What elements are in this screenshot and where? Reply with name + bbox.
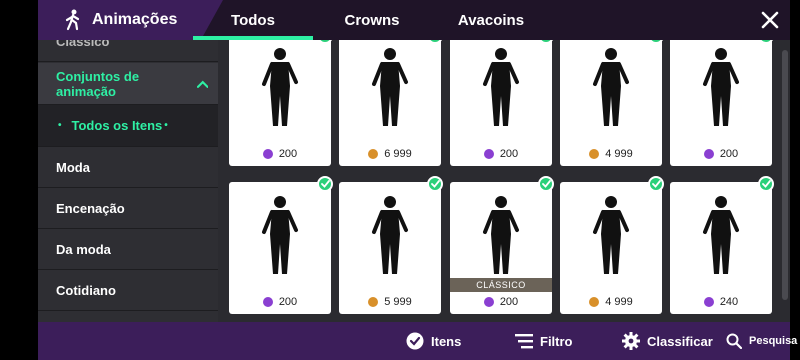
chevron-up-icon [196, 80, 208, 88]
price-row: 200 [229, 296, 331, 308]
animation-card[interactable]: 200 [450, 40, 554, 166]
owned-check-icon [648, 40, 664, 44]
grid-scrollbar[interactable] [782, 50, 788, 300]
tab-crowns[interactable]: Crowns [313, 0, 431, 40]
animation-card[interactable]: 200 [229, 40, 333, 166]
price-value: 6 999 [384, 148, 412, 160]
avacoin-icon [368, 297, 379, 307]
search-label: Pesquisa [749, 335, 798, 347]
owned-check-icon [538, 176, 554, 192]
owned-check-icon [427, 40, 443, 44]
tab-todos[interactable]: Todos [193, 0, 313, 40]
owned-check-icon [758, 176, 774, 192]
price-row: 4 999 [560, 296, 662, 308]
animation-card[interactable]: CLÁSSICO 200 [450, 176, 554, 314]
sidebar-item-classico[interactable]: Clássico [38, 40, 218, 62]
avatar-silhouette-icon [262, 48, 298, 126]
price-value: 200 [499, 148, 519, 160]
animation-card[interactable]: 200 [670, 40, 774, 166]
avatar-silhouette-icon [262, 196, 298, 274]
left-screen-edge [0, 0, 38, 360]
owned-check-icon [317, 176, 333, 192]
avacoin-icon [368, 149, 379, 159]
price-row: 5 999 [339, 296, 441, 308]
price-row: 200 [670, 148, 772, 160]
avatar-silhouette-icon [372, 196, 408, 274]
crown-coin-icon [483, 149, 494, 159]
avatar-silhouette-icon [703, 196, 739, 274]
sidebar-item-encenacao[interactable]: Encenação [38, 188, 218, 229]
classic-badge: CLÁSSICO [450, 278, 552, 292]
crown-coin-icon [262, 297, 273, 307]
sidebar-item-moda[interactable]: Moda [38, 147, 218, 188]
price-value: 4 999 [605, 148, 633, 160]
crown-coin-icon [703, 149, 714, 159]
sidebar-item-cotidiano[interactable]: Cotidiano [38, 270, 218, 311]
price-row: 200 [450, 296, 552, 308]
owned-check-icon [538, 40, 554, 44]
owned-check-icon [317, 40, 333, 44]
avacoin-icon [589, 297, 600, 307]
avatar-silhouette-icon [372, 48, 408, 126]
sort-button[interactable]: Classificar [622, 322, 713, 360]
close-icon [761, 11, 779, 29]
price-row: 200 [450, 148, 552, 160]
crown-coin-icon [483, 297, 494, 307]
price-row: 4 999 [560, 148, 662, 160]
top-bar: Animações Todos Crowns Avacoins [38, 0, 790, 40]
crown-coin-icon [262, 149, 273, 159]
price-row: 200 [229, 148, 331, 160]
bullet-icon: • [164, 120, 168, 131]
right-screen-edge [790, 0, 800, 360]
avatar-silhouette-icon [483, 48, 519, 126]
price-value: 200 [499, 296, 519, 308]
sidebar-item-all-items[interactable]: • Todos os Itens • [38, 105, 218, 147]
category-sidebar[interactable]: Clássico Conjuntos de animação • Todos o… [38, 40, 218, 322]
avacoin-icon [589, 149, 600, 159]
animation-card[interactable]: 200 [229, 176, 333, 314]
sort-label: Classificar [647, 333, 713, 349]
price-value: 240 [719, 296, 739, 308]
owned-check-icon [648, 176, 664, 192]
filter-icon [515, 334, 533, 349]
items-button[interactable]: Itens [406, 322, 461, 360]
avatar-silhouette-icon [703, 48, 739, 126]
filter-button[interactable]: Filtro [515, 322, 573, 360]
search-button[interactable]: Pesquisa [726, 322, 797, 360]
price-value: 200 [719, 148, 739, 160]
price-value: 4 999 [605, 296, 633, 308]
animation-grid: 200 6 999 200 4 999 200 200 5 999 CLÁSSICO 200 4 … [218, 40, 790, 322]
sidebar-group-label: Conjuntos de animação [56, 68, 140, 99]
price-row: 240 [670, 296, 772, 308]
bottom-bar: Itens Filtro Classificar Pesquisa [38, 322, 797, 360]
animation-card[interactable]: 4 999 [560, 176, 664, 314]
items-label: Itens [431, 333, 462, 349]
owned-check-icon [758, 40, 774, 44]
tab-avacoins[interactable]: Avacoins [431, 0, 551, 40]
animation-card[interactable]: 6 999 [339, 40, 443, 166]
walking-person-icon [65, 9, 80, 31]
price-value: 200 [278, 148, 298, 160]
price-value: 5 999 [384, 296, 412, 308]
avatar-silhouette-icon [593, 48, 629, 126]
avatar-silhouette-icon [483, 196, 519, 274]
price-value: 200 [278, 296, 298, 308]
search-icon [726, 333, 742, 349]
filter-label: Filtro [540, 333, 573, 349]
price-row: 6 999 [339, 148, 441, 160]
check-circle-icon [406, 332, 424, 350]
avatar-silhouette-icon [593, 196, 629, 274]
section-title: Animações [92, 11, 178, 28]
animation-card[interactable]: 4 999 [560, 40, 664, 166]
sidebar-item-da-moda[interactable]: Da moda [38, 229, 218, 270]
bullet-icon: • [58, 120, 62, 131]
sidebar-sub-label: Todos os Itens [71, 118, 163, 133]
animation-card[interactable]: 240 [670, 176, 774, 314]
crown-coin-icon [703, 297, 714, 307]
animation-card[interactable]: 5 999 [339, 176, 443, 314]
close-button[interactable] [758, 8, 782, 32]
owned-check-icon [427, 176, 443, 192]
gear-icon [622, 332, 640, 350]
sidebar-group-animation-sets[interactable]: Conjuntos de animação [38, 63, 218, 105]
